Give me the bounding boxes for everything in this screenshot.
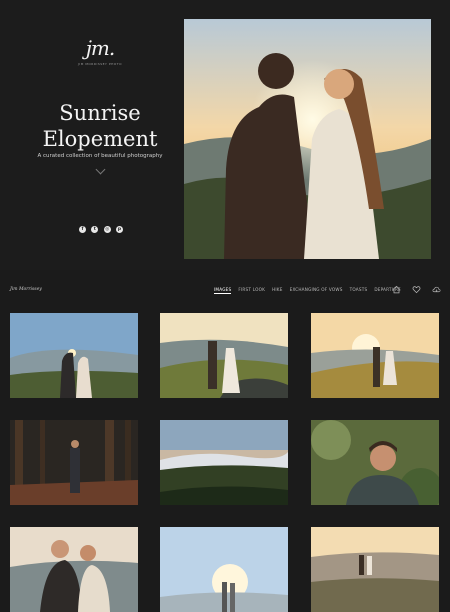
gallery-photo[interactable] [10, 527, 138, 612]
nav-icons [390, 283, 442, 295]
logo-subtitle: JIM MORRISSEY PHOTO [78, 62, 122, 66]
pinterest-icon[interactable]: p [115, 226, 123, 233]
title-line-1: Sunrise [59, 101, 141, 125]
instagram-icon[interactable]: ◎ [103, 226, 111, 233]
hero-photo [184, 19, 431, 259]
gallery-photo[interactable] [10, 420, 138, 505]
social-links: f t ◎ p [79, 226, 123, 233]
menu-item-hike[interactable]: HIKE [272, 287, 283, 294]
brand-logo[interactable]: jm. JIM MORRISSEY PHOTO [72, 36, 128, 66]
gallery-title: Sunrise Elopement [20, 100, 180, 152]
twitter-icon[interactable]: t [91, 226, 99, 233]
gallery-photo[interactable] [160, 527, 288, 612]
cloud-download-icon[interactable] [430, 283, 442, 295]
gallery-photo[interactable] [311, 420, 439, 505]
heart-icon[interactable] [410, 283, 422, 295]
home-icon[interactable] [390, 283, 402, 295]
chevron-down-icon[interactable] [95, 164, 106, 175]
top-nav: Jim Morrissey IMAGES FIRST LOOK HIKE EXCHAN… [0, 278, 450, 302]
facebook-icon[interactable]: f [79, 226, 86, 233]
nav-brand[interactable]: Jim Morrissey [10, 287, 42, 292]
gallery-photo[interactable] [160, 420, 288, 505]
hero-section: jm. JIM MORRISSEY PHOTO Sunrise Elopemen… [0, 0, 450, 270]
gallery-tagline: A curated collection of beautiful photog… [37, 153, 163, 159]
gallery-photo[interactable] [160, 313, 288, 398]
gallery-photo[interactable] [10, 313, 138, 398]
menu-item-images[interactable]: IMAGES [214, 287, 232, 294]
menu-item-toasts[interactable]: TOASTS [350, 287, 368, 294]
gallery-photo[interactable] [311, 527, 439, 612]
gallery-photo[interactable] [311, 313, 439, 398]
menu-item-first-look[interactable]: FIRST LOOK [238, 287, 265, 294]
logo-mark: jm. [85, 36, 116, 60]
gallery-menu: IMAGES FIRST LOOK HIKE EXCHANGING OF VOWS TO… [214, 287, 401, 294]
title-line-2: Elopement [42, 127, 158, 151]
menu-item-exchanging-of-vows[interactable]: EXCHANGING OF VOWS [290, 287, 343, 294]
